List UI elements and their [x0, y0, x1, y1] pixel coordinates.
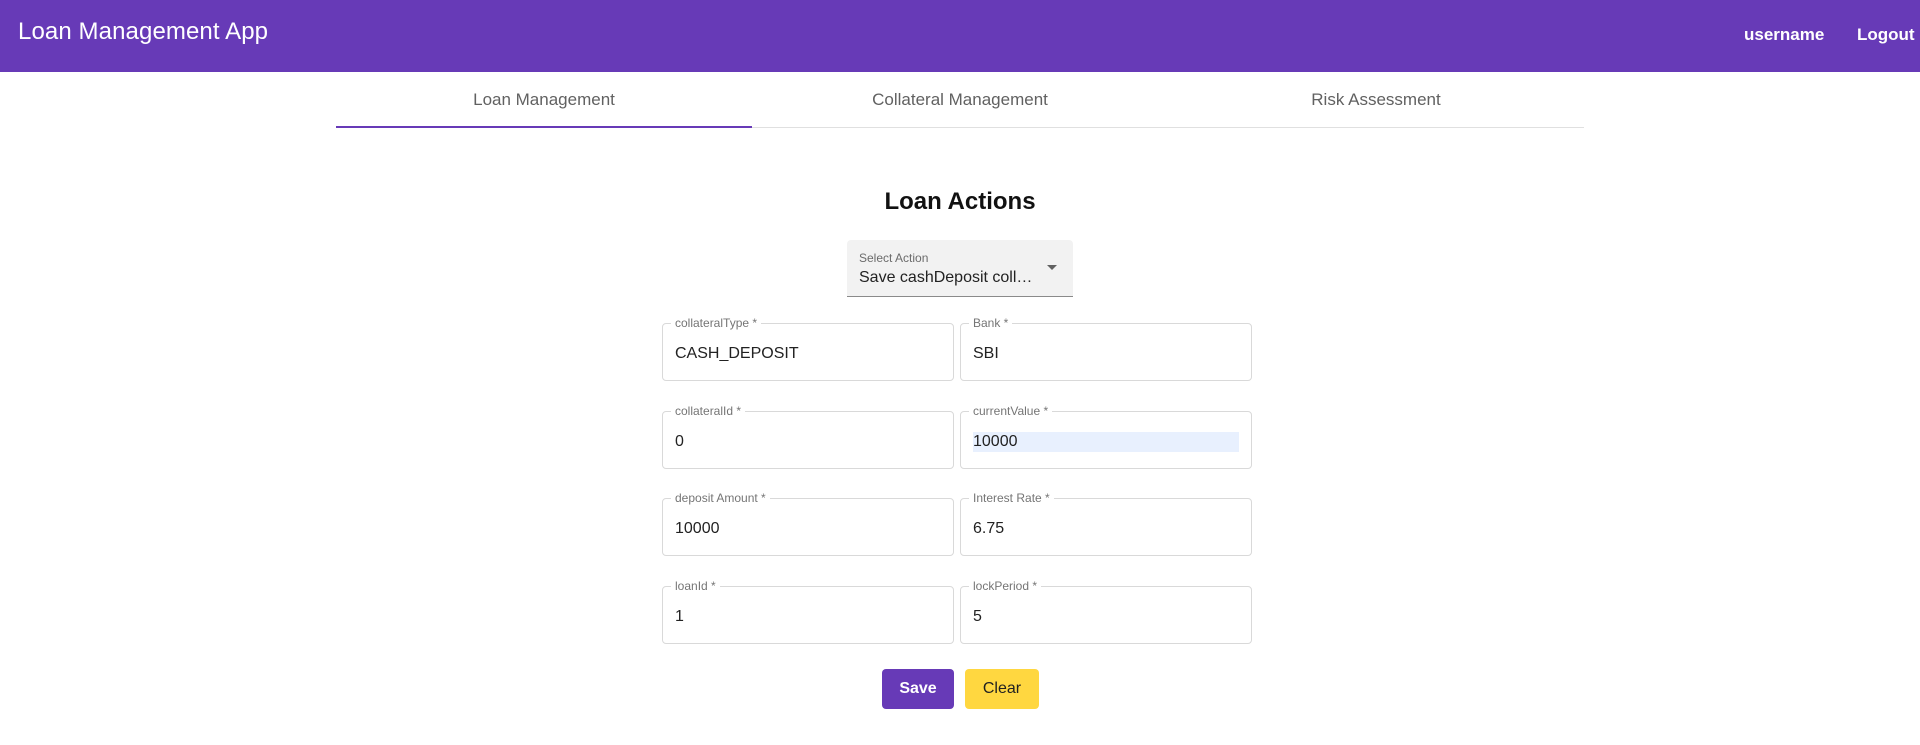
tab-collateral-management[interactable]: Collateral Management [752, 72, 1168, 127]
tab-loan-management[interactable]: Loan Management [336, 72, 752, 128]
current-value-input[interactable] [973, 432, 1239, 452]
lock-period-field: lockPeriod * [960, 579, 1252, 644]
interest-rate-label: Interest Rate * [969, 491, 1054, 505]
bank-field: Bank * [960, 316, 1252, 381]
collateral-id-input[interactable] [675, 432, 941, 452]
current-value-label: currentValue * [969, 404, 1053, 418]
collateral-id-label: collateralId * [671, 404, 746, 418]
lock-period-label: lockPeriod * [969, 579, 1042, 593]
clear-button[interactable]: Clear [965, 669, 1039, 709]
select-action-label: Select Action [859, 251, 929, 265]
deposit-amount-label: deposit Amount * [671, 491, 770, 505]
loan-id-input[interactable] [675, 607, 941, 627]
collateral-type-field: collateralType * [662, 316, 954, 381]
save-button[interactable]: Save [882, 669, 954, 709]
collateral-type-label: collateralType * [671, 316, 762, 330]
collateral-id-field: collateralId * [662, 404, 954, 469]
deposit-amount-input[interactable] [675, 519, 941, 539]
bank-input[interactable] [973, 344, 1239, 364]
form-title: Loan Actions [884, 188, 1036, 215]
caret-down-icon [1047, 265, 1057, 270]
top-app-bar: Loan Management App username Logout [0, 0, 1920, 72]
select-action-value: Save cashDeposit collateral [859, 269, 1039, 286]
tab-bar: Loan Management Collateral Management Ri… [336, 72, 1584, 128]
username-button[interactable]: username [1744, 25, 1824, 45]
loan-id-field: loanId * [662, 579, 954, 644]
select-action-dropdown[interactable]: Select Action Save cashDeposit collatera… [847, 240, 1073, 297]
interest-rate-field: Interest Rate * [960, 491, 1252, 556]
collateral-type-input[interactable] [675, 344, 941, 364]
app-title: Loan Management App [18, 18, 269, 45]
interest-rate-input[interactable] [973, 519, 1239, 539]
lock-period-input[interactable] [973, 607, 1239, 627]
deposit-amount-field: deposit Amount * [662, 491, 954, 556]
tab-risk-assessment[interactable]: Risk Assessment [1168, 72, 1584, 127]
logout-button[interactable]: Logout [1857, 25, 1915, 45]
loan-id-label: loanId * [671, 579, 720, 593]
current-value-field: currentValue * [960, 404, 1252, 469]
bank-label: Bank * [969, 316, 1013, 330]
